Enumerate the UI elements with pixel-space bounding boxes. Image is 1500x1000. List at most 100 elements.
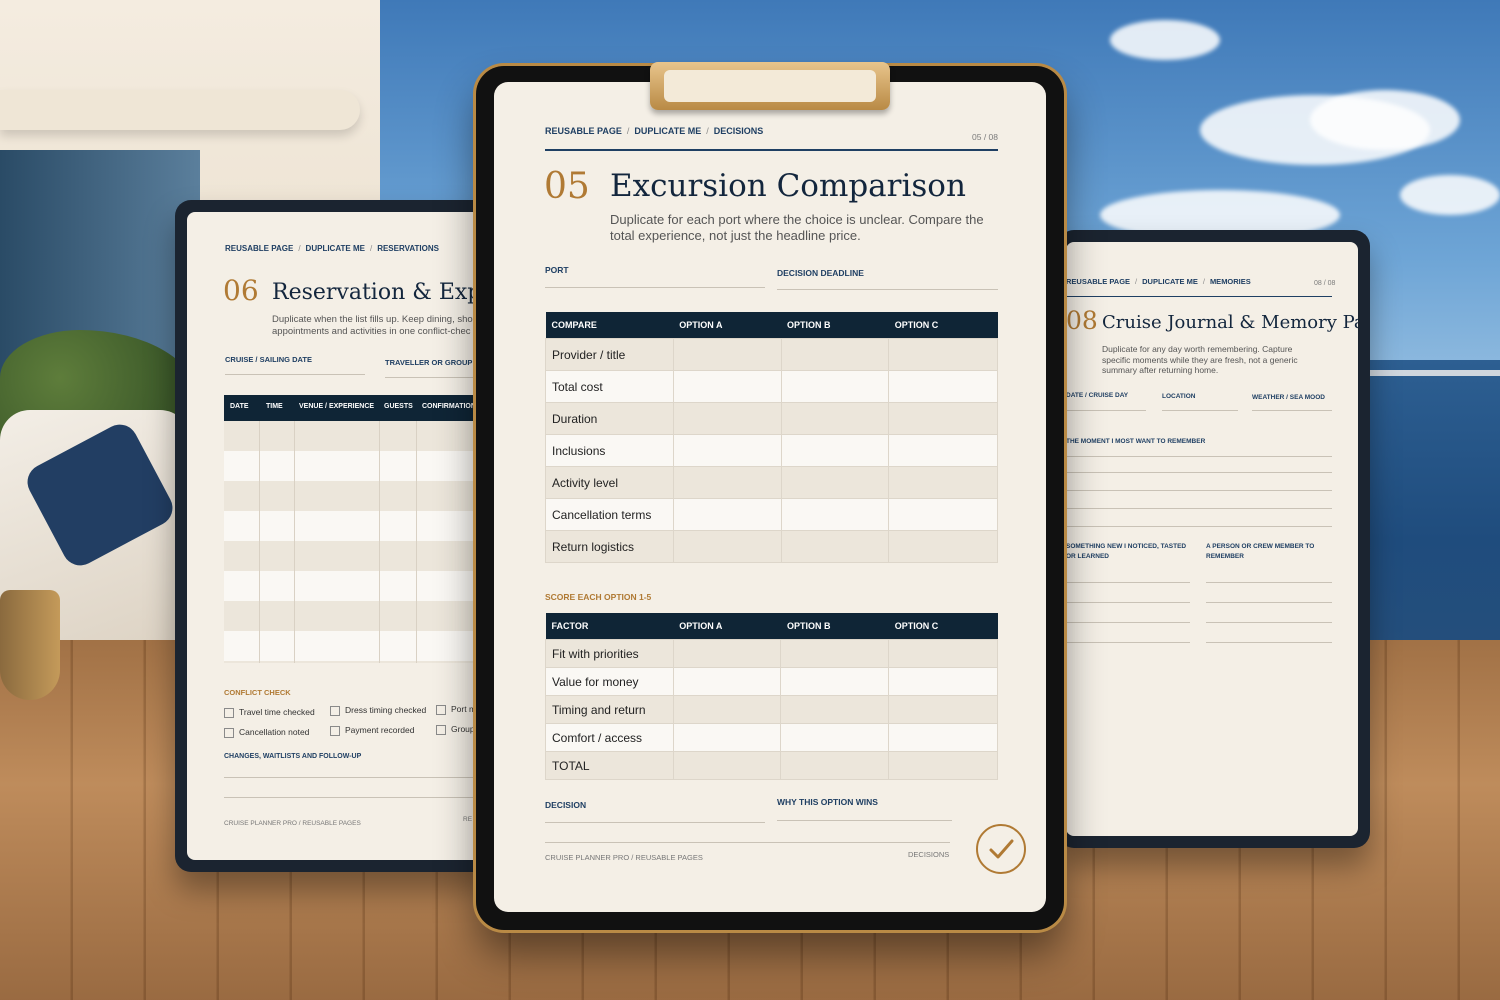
entry-cell[interactable]: [780, 695, 890, 724]
score-heading: SCORE EACH OPTION 1-5: [545, 592, 652, 602]
entry-cell[interactable]: [780, 639, 890, 668]
entry-cell[interactable]: [888, 466, 998, 499]
plant-pot: [0, 590, 60, 700]
row-label: Value for money: [545, 667, 674, 696]
entry-cell[interactable]: [888, 498, 998, 531]
checkbox-item[interactable]: Port m: [436, 704, 476, 715]
journal-line[interactable]: [1206, 602, 1332, 603]
entry-cell[interactable]: [888, 695, 998, 724]
why-label: WHY THIS OPTION WINS: [777, 797, 878, 807]
journal-line[interactable]: [1066, 642, 1190, 643]
entry-cell[interactable]: [672, 370, 782, 403]
field-line[interactable]: [225, 374, 365, 375]
entry-cell[interactable]: [780, 723, 890, 752]
decision-field[interactable]: [545, 822, 765, 823]
entry-cell[interactable]: [780, 530, 890, 563]
checkbox-item[interactable]: Payment recorded: [330, 725, 414, 736]
journal-line[interactable]: [1066, 526, 1332, 527]
table-header: COMPARE OPTION A OPTION B OPTION C: [545, 312, 998, 339]
checkbox[interactable]: [436, 724, 446, 735]
right-tablet: REUSABLE PAGE / DUPLICATE ME / MEMORIES 08 /…: [1058, 230, 1370, 848]
column-header: OPTION C: [888, 312, 998, 339]
journal-line[interactable]: [1066, 582, 1190, 583]
crumb[interactable]: REUSABLE PAGE: [545, 126, 622, 136]
table-body[interactable]: [224, 421, 487, 663]
port-field[interactable]: [545, 287, 765, 288]
checkbox[interactable]: [224, 707, 234, 718]
entry-cell[interactable]: [780, 402, 890, 435]
entry-cell[interactable]: [780, 667, 890, 696]
entry-cell[interactable]: [780, 466, 890, 499]
entry-cell[interactable]: [888, 639, 998, 668]
entry-cell[interactable]: [888, 338, 998, 371]
journal-line[interactable]: [1066, 490, 1332, 491]
field-line[interactable]: [1252, 410, 1332, 411]
crumb[interactable]: REUSABLE PAGE: [225, 244, 293, 253]
footer-section: DECISIONS: [908, 850, 950, 859]
entry-cell[interactable]: [780, 338, 890, 371]
checkbox[interactable]: [330, 725, 340, 736]
entry-cell[interactable]: [888, 402, 998, 435]
entry-cell[interactable]: [672, 466, 782, 499]
journal-line[interactable]: [1066, 508, 1332, 509]
journal-line[interactable]: [1066, 602, 1190, 603]
column-header: CONFIRMATION: [422, 403, 476, 410]
table-header: FACTOR OPTION A OPTION B OPTION C: [545, 613, 998, 640]
entry-cell[interactable]: [672, 530, 782, 563]
entry-cell[interactable]: [888, 370, 998, 403]
col-divider: [379, 421, 380, 663]
checkbox[interactable]: [224, 727, 234, 738]
entry-cell[interactable]: [672, 667, 782, 696]
field-line[interactable]: [1066, 410, 1146, 411]
journal-line[interactable]: [1066, 622, 1190, 623]
breadcrumb: REUSABLE PAGE / DUPLICATE ME / MEMORIES: [1066, 277, 1251, 286]
crumb[interactable]: MEMORIES: [1210, 277, 1251, 286]
notes-line[interactable]: [224, 797, 474, 798]
entry-cell[interactable]: [672, 402, 782, 435]
entry-cell[interactable]: [780, 434, 890, 467]
checkbox-item[interactable]: Travel time checked: [224, 707, 315, 718]
checkbox[interactable]: [330, 705, 340, 716]
entry-cell[interactable]: [888, 434, 998, 467]
why-field[interactable]: [777, 820, 952, 821]
entry-cell[interactable]: [888, 723, 998, 752]
entry-cell[interactable]: [672, 338, 782, 371]
checkbox-item[interactable]: Dress timing checked: [330, 705, 426, 716]
entry-cell[interactable]: [672, 695, 782, 724]
crumb[interactable]: DUPLICATE ME: [306, 244, 365, 253]
table-header: DATE TIME VENUE / EXPERIENCE GUESTS CONF…: [224, 395, 487, 421]
checkbox-label: Port m: [451, 704, 477, 714]
notes-line[interactable]: [224, 777, 474, 778]
entry-cell[interactable]: [780, 498, 890, 531]
checkbox-label: Payment recorded: [345, 725, 415, 735]
entry-cell[interactable]: [888, 530, 998, 563]
field-line[interactable]: [385, 377, 485, 378]
entry-cell[interactable]: [888, 667, 998, 696]
crumb[interactable]: DUPLICATE ME: [1142, 277, 1198, 286]
journal-line[interactable]: [1206, 642, 1332, 643]
entry-cell[interactable]: [672, 723, 782, 752]
crumb[interactable]: DUPLICATE ME: [634, 126, 701, 136]
entry-cell[interactable]: [888, 751, 998, 780]
journal-line[interactable]: [1066, 456, 1332, 457]
checkbox-item[interactable]: Cancellation noted: [224, 727, 309, 738]
entry-cell[interactable]: [672, 498, 782, 531]
journal-line[interactable]: [1066, 472, 1332, 473]
reservation-table: DATE TIME VENUE / EXPERIENCE GUESTS CONF…: [224, 395, 487, 663]
journal-line[interactable]: [1206, 582, 1332, 583]
journal-line[interactable]: [1206, 622, 1332, 623]
checkbox-item[interactable]: Group: [436, 724, 475, 735]
entry-cell[interactable]: [672, 434, 782, 467]
crumb[interactable]: RESERVATIONS: [377, 244, 439, 253]
checkbox[interactable]: [436, 704, 446, 715]
crumb[interactable]: REUSABLE PAGE: [1066, 277, 1130, 286]
entry-cell[interactable]: [780, 370, 890, 403]
column-header: TIME: [266, 403, 283, 410]
entry-cell[interactable]: [780, 751, 890, 780]
entry-cell[interactable]: [672, 639, 782, 668]
deadline-field[interactable]: [777, 289, 998, 290]
crumb[interactable]: DECISIONS: [714, 126, 764, 136]
table-row: Provider / title: [545, 338, 998, 371]
entry-cell[interactable]: [672, 751, 782, 780]
field-line[interactable]: [1162, 410, 1238, 411]
